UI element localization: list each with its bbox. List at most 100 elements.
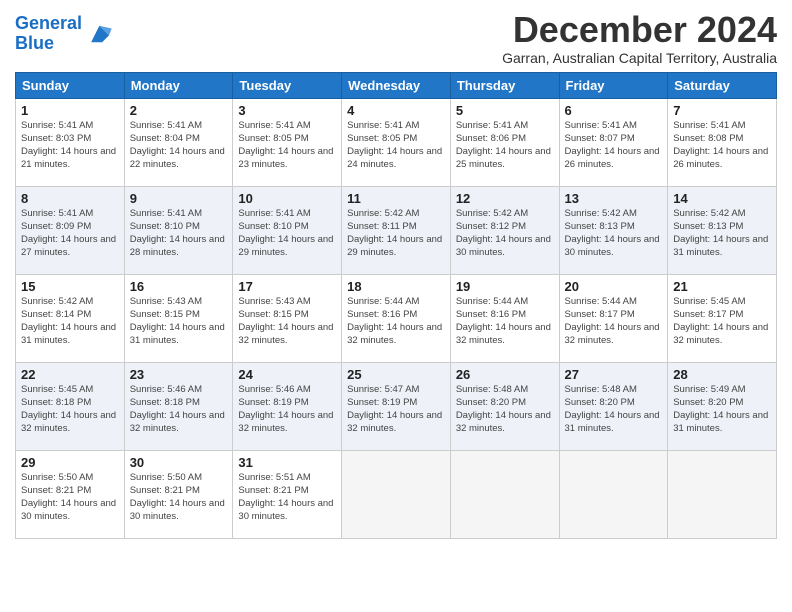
- calendar-header-row: Sunday Monday Tuesday Wednesday Thursday…: [16, 72, 777, 98]
- calendar-week-row: 22Sunrise: 5:45 AMSunset: 8:18 PMDayligh…: [16, 362, 777, 450]
- day-info: Sunrise: 5:42 AMSunset: 8:12 PMDaylight:…: [456, 207, 554, 260]
- calendar: Sunday Monday Tuesday Wednesday Thursday…: [15, 72, 777, 539]
- table-row: [668, 450, 777, 538]
- day-number: 20: [565, 279, 663, 294]
- day-number: 26: [456, 367, 554, 382]
- table-row: 15Sunrise: 5:42 AMSunset: 8:14 PMDayligh…: [16, 274, 125, 362]
- logo: General Blue: [15, 14, 112, 54]
- calendar-week-row: 29Sunrise: 5:50 AMSunset: 8:21 PMDayligh…: [16, 450, 777, 538]
- day-info: Sunrise: 5:41 AMSunset: 8:10 PMDaylight:…: [130, 207, 228, 260]
- header: General Blue December 2024 Garran, Austr…: [15, 10, 777, 66]
- calendar-week-row: 15Sunrise: 5:42 AMSunset: 8:14 PMDayligh…: [16, 274, 777, 362]
- day-number: 30: [130, 455, 228, 470]
- day-info: Sunrise: 5:50 AMSunset: 8:21 PMDaylight:…: [130, 471, 228, 524]
- day-info: Sunrise: 5:47 AMSunset: 8:19 PMDaylight:…: [347, 383, 445, 436]
- day-number: 6: [565, 103, 663, 118]
- col-saturday: Saturday: [668, 72, 777, 98]
- table-row: [342, 450, 451, 538]
- day-number: 1: [21, 103, 119, 118]
- day-info: Sunrise: 5:41 AMSunset: 8:09 PMDaylight:…: [21, 207, 119, 260]
- logo-text: General Blue: [15, 14, 82, 54]
- day-number: 14: [673, 191, 771, 206]
- day-number: 23: [130, 367, 228, 382]
- day-info: Sunrise: 5:49 AMSunset: 8:20 PMDaylight:…: [673, 383, 771, 436]
- day-number: 4: [347, 103, 445, 118]
- table-row: 22Sunrise: 5:45 AMSunset: 8:18 PMDayligh…: [16, 362, 125, 450]
- table-row: 28Sunrise: 5:49 AMSunset: 8:20 PMDayligh…: [668, 362, 777, 450]
- day-info: Sunrise: 5:41 AMSunset: 8:10 PMDaylight:…: [238, 207, 336, 260]
- table-row: 14Sunrise: 5:42 AMSunset: 8:13 PMDayligh…: [668, 186, 777, 274]
- day-number: 17: [238, 279, 336, 294]
- day-info: Sunrise: 5:41 AMSunset: 8:05 PMDaylight:…: [238, 119, 336, 172]
- col-thursday: Thursday: [450, 72, 559, 98]
- day-number: 29: [21, 455, 119, 470]
- day-info: Sunrise: 5:45 AMSunset: 8:18 PMDaylight:…: [21, 383, 119, 436]
- day-info: Sunrise: 5:44 AMSunset: 8:16 PMDaylight:…: [456, 295, 554, 348]
- logo-icon: [84, 23, 112, 45]
- table-row: 13Sunrise: 5:42 AMSunset: 8:13 PMDayligh…: [559, 186, 668, 274]
- table-row: 27Sunrise: 5:48 AMSunset: 8:20 PMDayligh…: [559, 362, 668, 450]
- table-row: 10Sunrise: 5:41 AMSunset: 8:10 PMDayligh…: [233, 186, 342, 274]
- day-number: 15: [21, 279, 119, 294]
- day-number: 22: [21, 367, 119, 382]
- day-number: 7: [673, 103, 771, 118]
- day-number: 21: [673, 279, 771, 294]
- day-number: 19: [456, 279, 554, 294]
- subtitle: Garran, Australian Capital Territory, Au…: [502, 50, 777, 66]
- day-number: 12: [456, 191, 554, 206]
- day-info: Sunrise: 5:46 AMSunset: 8:19 PMDaylight:…: [238, 383, 336, 436]
- day-info: Sunrise: 5:48 AMSunset: 8:20 PMDaylight:…: [565, 383, 663, 436]
- day-number: 10: [238, 191, 336, 206]
- table-row: [450, 450, 559, 538]
- day-number: 13: [565, 191, 663, 206]
- day-info: Sunrise: 5:42 AMSunset: 8:11 PMDaylight:…: [347, 207, 445, 260]
- col-monday: Monday: [124, 72, 233, 98]
- day-number: 9: [130, 191, 228, 206]
- day-info: Sunrise: 5:41 AMSunset: 8:03 PMDaylight:…: [21, 119, 119, 172]
- table-row: 24Sunrise: 5:46 AMSunset: 8:19 PMDayligh…: [233, 362, 342, 450]
- day-number: 8: [21, 191, 119, 206]
- table-row: 25Sunrise: 5:47 AMSunset: 8:19 PMDayligh…: [342, 362, 451, 450]
- table-row: 19Sunrise: 5:44 AMSunset: 8:16 PMDayligh…: [450, 274, 559, 362]
- day-info: Sunrise: 5:46 AMSunset: 8:18 PMDaylight:…: [130, 383, 228, 436]
- table-row: 21Sunrise: 5:45 AMSunset: 8:17 PMDayligh…: [668, 274, 777, 362]
- table-row: 23Sunrise: 5:46 AMSunset: 8:18 PMDayligh…: [124, 362, 233, 450]
- col-tuesday: Tuesday: [233, 72, 342, 98]
- day-info: Sunrise: 5:44 AMSunset: 8:16 PMDaylight:…: [347, 295, 445, 348]
- table-row: 16Sunrise: 5:43 AMSunset: 8:15 PMDayligh…: [124, 274, 233, 362]
- table-row: 26Sunrise: 5:48 AMSunset: 8:20 PMDayligh…: [450, 362, 559, 450]
- table-row: 29Sunrise: 5:50 AMSunset: 8:21 PMDayligh…: [16, 450, 125, 538]
- table-row: 18Sunrise: 5:44 AMSunset: 8:16 PMDayligh…: [342, 274, 451, 362]
- day-info: Sunrise: 5:43 AMSunset: 8:15 PMDaylight:…: [238, 295, 336, 348]
- table-row: 4Sunrise: 5:41 AMSunset: 8:05 PMDaylight…: [342, 98, 451, 186]
- table-row: 12Sunrise: 5:42 AMSunset: 8:12 PMDayligh…: [450, 186, 559, 274]
- day-info: Sunrise: 5:48 AMSunset: 8:20 PMDaylight:…: [456, 383, 554, 436]
- day-info: Sunrise: 5:41 AMSunset: 8:06 PMDaylight:…: [456, 119, 554, 172]
- col-wednesday: Wednesday: [342, 72, 451, 98]
- day-number: 11: [347, 191, 445, 206]
- day-info: Sunrise: 5:41 AMSunset: 8:04 PMDaylight:…: [130, 119, 228, 172]
- table-row: 30Sunrise: 5:50 AMSunset: 8:21 PMDayligh…: [124, 450, 233, 538]
- day-info: Sunrise: 5:41 AMSunset: 8:07 PMDaylight:…: [565, 119, 663, 172]
- table-row: 9Sunrise: 5:41 AMSunset: 8:10 PMDaylight…: [124, 186, 233, 274]
- table-row: [559, 450, 668, 538]
- day-number: 18: [347, 279, 445, 294]
- table-row: 20Sunrise: 5:44 AMSunset: 8:17 PMDayligh…: [559, 274, 668, 362]
- table-row: 5Sunrise: 5:41 AMSunset: 8:06 PMDaylight…: [450, 98, 559, 186]
- day-number: 31: [238, 455, 336, 470]
- day-info: Sunrise: 5:45 AMSunset: 8:17 PMDaylight:…: [673, 295, 771, 348]
- day-number: 28: [673, 367, 771, 382]
- col-sunday: Sunday: [16, 72, 125, 98]
- table-row: 3Sunrise: 5:41 AMSunset: 8:05 PMDaylight…: [233, 98, 342, 186]
- page: General Blue December 2024 Garran, Austr…: [0, 0, 792, 612]
- day-info: Sunrise: 5:50 AMSunset: 8:21 PMDaylight:…: [21, 471, 119, 524]
- day-info: Sunrise: 5:41 AMSunset: 8:05 PMDaylight:…: [347, 119, 445, 172]
- calendar-week-row: 1Sunrise: 5:41 AMSunset: 8:03 PMDaylight…: [16, 98, 777, 186]
- day-info: Sunrise: 5:42 AMSunset: 8:13 PMDaylight:…: [673, 207, 771, 260]
- table-row: 6Sunrise: 5:41 AMSunset: 8:07 PMDaylight…: [559, 98, 668, 186]
- day-info: Sunrise: 5:42 AMSunset: 8:14 PMDaylight:…: [21, 295, 119, 348]
- table-row: 1Sunrise: 5:41 AMSunset: 8:03 PMDaylight…: [16, 98, 125, 186]
- day-number: 24: [238, 367, 336, 382]
- table-row: 17Sunrise: 5:43 AMSunset: 8:15 PMDayligh…: [233, 274, 342, 362]
- day-info: Sunrise: 5:51 AMSunset: 8:21 PMDaylight:…: [238, 471, 336, 524]
